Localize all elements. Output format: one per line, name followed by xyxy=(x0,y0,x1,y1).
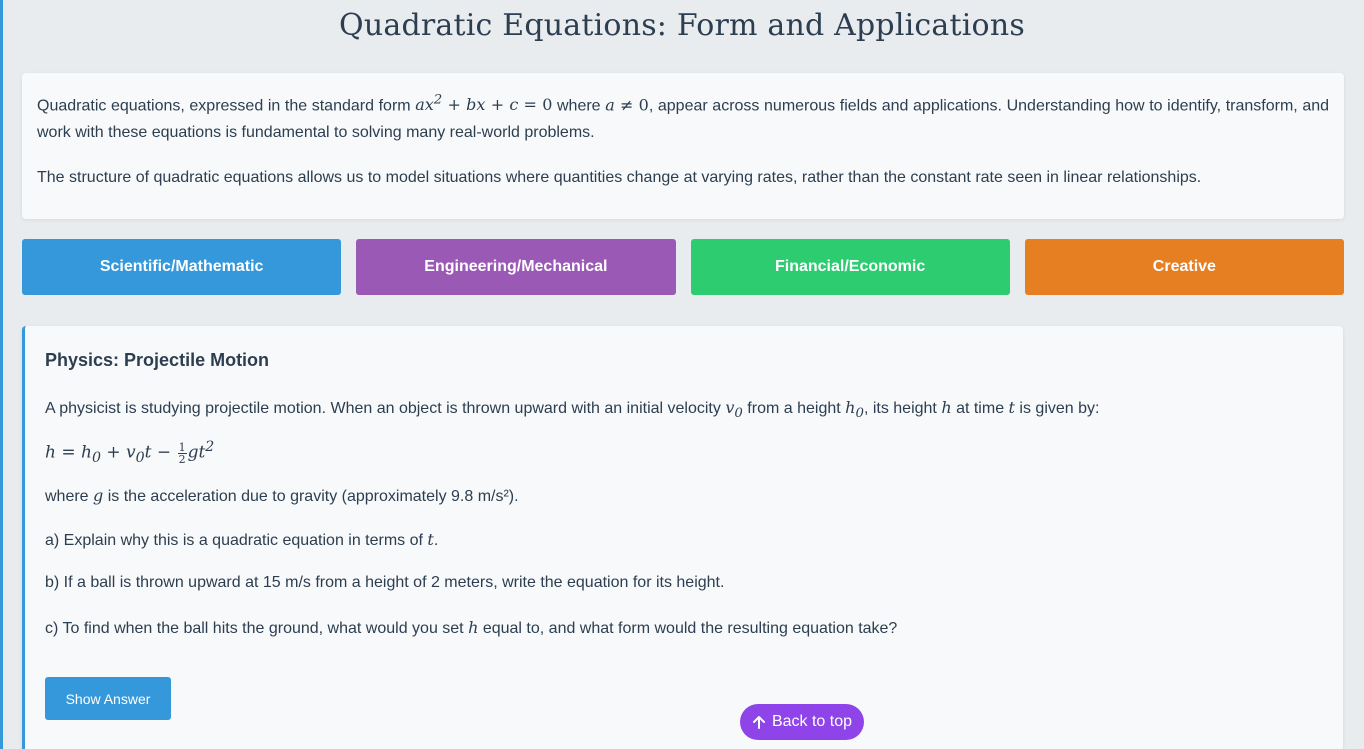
show-answer-button[interactable]: Show Answer xyxy=(45,677,171,720)
category-financial-button[interactable]: Financial/Economic xyxy=(690,239,1010,295)
height-equation: h = h0 + v0t − 1 2 gt2 xyxy=(45,439,215,467)
standard-form-formula: ax2 + bx + c = 0 xyxy=(415,93,553,115)
question-a: a) Explain why this is a quadratic equat… xyxy=(45,530,439,549)
problem-title: Physics: Projectile Motion xyxy=(45,350,270,370)
question-c: c) To find when the ball hits the ground… xyxy=(45,618,898,637)
problem-card: Physics: Projectile Motion A physicist i… xyxy=(22,326,1343,749)
question-b: b) If a ball is thrown upward at 15 m/s … xyxy=(45,574,725,591)
back-to-top-button[interactable]: Back to top xyxy=(740,704,864,740)
a-not-zero-formula: a ≠ 0 xyxy=(605,95,649,115)
left-accent-bar xyxy=(0,0,3,749)
back-to-top-label: Back to top xyxy=(771,713,853,730)
category-scientific-button[interactable]: Scientific/Mathematic xyxy=(22,239,342,295)
intro-paragraph-1: Quadratic equations, expressed in the st… xyxy=(37,93,1330,142)
problem-statement: A physicist is studying projectile motio… xyxy=(45,398,1100,422)
intro-paragraph-2: The structure of quadratic equations all… xyxy=(37,169,1202,187)
category-engineering-button[interactable]: Engineering/Mechanical xyxy=(356,239,676,295)
intro-card: Quadratic equations, expressed in the st… xyxy=(22,73,1344,219)
page-title: Quadratic Equations: Form and Applicatio… xyxy=(339,8,1025,43)
category-creative-button[interactable]: Creative xyxy=(1024,239,1344,295)
category-button-row: Scientific/Mathematic Engineering/Mechan… xyxy=(22,239,1344,295)
gravity-note: where g is the acceleration due to gravi… xyxy=(45,486,519,505)
arrow-up-icon xyxy=(752,715,766,729)
